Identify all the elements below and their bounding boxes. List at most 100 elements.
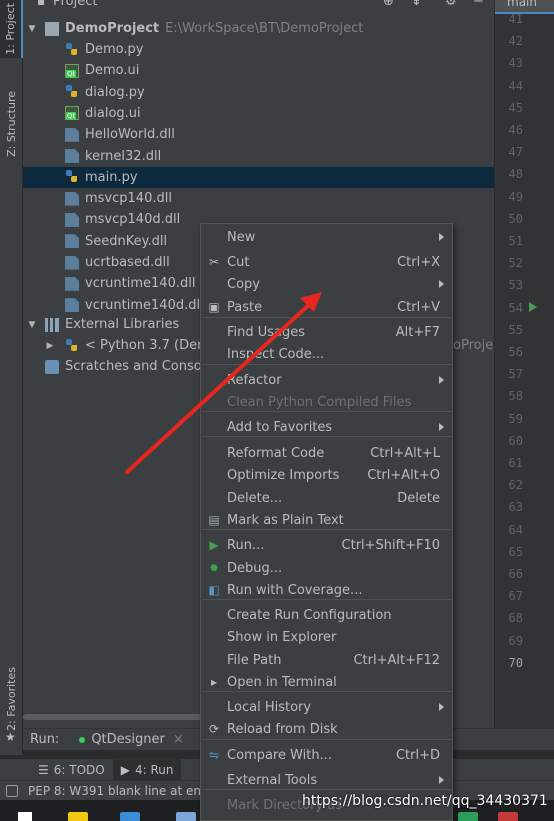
- expand-arrow-icon[interactable]: ▼: [25, 320, 39, 330]
- menu-item-find-usages[interactable]: Find Usages Alt+F7: [201, 321, 452, 343]
- menu-item-clean-python-compiled-files: Clean Python Compiled Files: [201, 391, 452, 413]
- close-icon[interactable]: ×: [173, 732, 184, 747]
- menu-item-delete[interactable]: Delete... Delete: [201, 487, 452, 509]
- menu-item-debug[interactable]: ✹ Debug...: [201, 557, 452, 579]
- editor-tab-label: main: [507, 0, 537, 9]
- menu-item-add-to-favorites[interactable]: Add to Favorites: [201, 416, 452, 438]
- panel-dropdown-icon[interactable]: ▪: [37, 0, 45, 8]
- menu-item-local-history[interactable]: Local History: [201, 696, 452, 718]
- run-config-tab[interactable]: QtDesigner ×: [79, 732, 184, 747]
- panel-title[interactable]: Project: [53, 0, 97, 9]
- run-icon: ▶: [209, 538, 219, 552]
- tool-tab-project[interactable]: 1: Project: [0, 0, 23, 58]
- tool-tab-project-label: 1: Project: [4, 3, 17, 55]
- locate-icon[interactable]: ⊕: [383, 0, 394, 9]
- line-number: 43: [508, 56, 523, 71]
- tree-file-item[interactable]: Demo.ui: [23, 60, 494, 81]
- horizontal-scrollbar[interactable]: [23, 714, 203, 720]
- menu-item-new[interactable]: New: [201, 226, 452, 248]
- menu-item-shortcut: Ctrl+Alt+O: [367, 467, 440, 483]
- line-number: 54: [508, 300, 523, 315]
- line-number: 48: [508, 167, 523, 182]
- line-number: 61: [508, 456, 523, 470]
- python-file-icon: [65, 42, 79, 57]
- menu-item-optimize-imports[interactable]: Optimize Imports Ctrl+Alt+O: [201, 464, 452, 486]
- menu-item-label: Open in Terminal: [227, 674, 337, 690]
- tree-file-item[interactable]: main.py: [23, 166, 494, 188]
- taskbar-app-icon[interactable]: [498, 812, 518, 821]
- python-sdk-label: < Python 3.7 (Dem: [85, 338, 210, 353]
- menu-item-label: Run...: [227, 537, 265, 553]
- taskbar-app-icon[interactable]: [176, 812, 196, 821]
- menu-item-run[interactable]: ▶ Run... Ctrl+Shift+F10: [201, 534, 452, 556]
- tool-tab-favorites[interactable]: 2: Favorites: [0, 660, 23, 738]
- menu-item-file-path[interactable]: File Path Ctrl+Alt+F12: [201, 649, 452, 671]
- compare-icon: ⇋: [208, 748, 220, 762]
- tree-file-item[interactable]: msvcp140.dll: [23, 188, 494, 209]
- menu-item-reload-from-disk[interactable]: ⟳ Reload from Disk: [201, 718, 452, 740]
- menu-item-run-with-coverage[interactable]: ◧ Run with Coverage...: [201, 579, 452, 601]
- status-toggle-icon[interactable]: [6, 785, 18, 797]
- expand-arrow-icon[interactable]: ▼: [25, 24, 39, 34]
- menu-item-show-in-explorer[interactable]: Show in Explorer: [201, 626, 452, 648]
- tab-todo[interactable]: ☰ 6: TODO: [30, 759, 113, 781]
- tool-tab-structure[interactable]: Z: Structure: [0, 84, 23, 164]
- dll-file-icon: [65, 298, 79, 313]
- line-number: 68: [508, 611, 523, 626]
- taskbar-app-icon[interactable]: [458, 812, 478, 821]
- menu-item-refactor[interactable]: Refactor: [201, 369, 452, 391]
- tree-file-label: vcruntime140.dll: [85, 276, 196, 292]
- qt-ui-file-icon: [65, 106, 79, 121]
- tree-file-item[interactable]: dialog.py: [23, 82, 494, 103]
- menu-item-external-tools[interactable]: External Tools: [201, 769, 452, 791]
- menu-item-label: Copy: [227, 276, 260, 292]
- tree-file-label: SeednKey.dll: [85, 233, 168, 249]
- line-number: 60: [508, 433, 523, 448]
- menu-item-create-run-configuration[interactable]: Create Run Configuration: [201, 604, 452, 626]
- taskbar-app-icon[interactable]: [68, 812, 88, 821]
- library-icon: [45, 317, 59, 332]
- menu-item-label: New: [227, 229, 256, 245]
- run-gutter-icon[interactable]: [529, 302, 537, 312]
- status-message: PEP 8: W391 blank line at en: [28, 783, 201, 798]
- plain-text-icon: ▤: [208, 513, 220, 527]
- tree-file-label: Demo.ui: [85, 63, 140, 79]
- menu-item-label: Inspect Code...: [227, 346, 325, 362]
- windows-start-icon[interactable]: [18, 812, 32, 821]
- context-menu: New ✂ Cut Ctrl+X Copy ▣ Paste Ctrl+V Find Usages…: [200, 223, 453, 821]
- line-number: 62: [508, 478, 523, 493]
- gear-icon[interactable]: ⚙: [445, 0, 457, 9]
- favorites-star-icon[interactable]: ★: [5, 730, 16, 744]
- tree-file-item[interactable]: HelloWorld.dll: [23, 124, 494, 145]
- menu-item-copy[interactable]: Copy: [201, 273, 452, 295]
- line-number: 47: [508, 145, 523, 160]
- tree-file-item[interactable]: kernel32.dll: [23, 146, 494, 167]
- line-number: 42: [508, 34, 523, 49]
- submenu-arrow-icon: [439, 776, 444, 784]
- terminal-icon: ▸: [210, 675, 218, 689]
- menu-item-paste[interactable]: ▣ Paste Ctrl+V: [201, 296, 452, 318]
- menu-item-compare-with[interactable]: ⇋ Compare With... Ctrl+D: [201, 744, 452, 766]
- tree-root-demoproject[interactable]: ▼ DemoProject E:\WorkSpace\BT\DemoProjec…: [23, 18, 494, 39]
- tool-tab-favorites-label: 2: Favorites: [5, 667, 18, 731]
- taskbar-app-icon[interactable]: [120, 812, 140, 821]
- scratches-label: Scratches and Console: [65, 359, 214, 374]
- tab-run[interactable]: ▶ 4: Run: [112, 758, 182, 781]
- dll-file-icon: [65, 276, 79, 291]
- menu-item-open-in-terminal[interactable]: ▸ Open in Terminal: [201, 671, 452, 693]
- menu-item-label: Optimize Imports: [227, 467, 340, 483]
- menu-item-inspect-code[interactable]: Inspect Code...: [201, 343, 452, 365]
- line-number: 65: [508, 544, 523, 559]
- tree-file-item[interactable]: Demo.py: [23, 39, 494, 60]
- hide-icon[interactable]: −: [473, 0, 484, 9]
- menu-item-mark-as-plain-text[interactable]: ▤ Mark as Plain Text: [201, 509, 452, 531]
- menu-item-cut[interactable]: ✂ Cut Ctrl+X: [201, 251, 452, 273]
- collapse-all-icon[interactable]: ⇟: [411, 0, 422, 9]
- menu-item-label: Show in Explorer: [227, 629, 337, 645]
- qt-config-icon: [79, 736, 86, 743]
- tree-file-item[interactable]: dialog.ui: [23, 103, 494, 124]
- menu-item-shortcut: Ctrl+D: [395, 747, 440, 763]
- menu-item-reformat-code[interactable]: Reformat Code Ctrl+Alt+L: [201, 442, 452, 464]
- tree-file-label: Demo.py: [85, 42, 144, 57]
- collapse-arrow-icon[interactable]: ▶: [43, 341, 57, 351]
